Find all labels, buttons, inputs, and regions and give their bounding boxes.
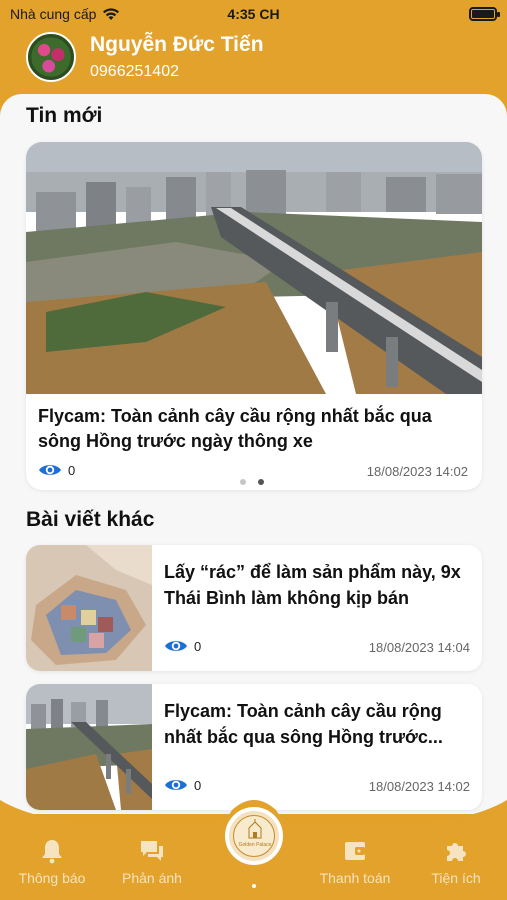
chat-icon [141, 841, 163, 861]
carousel-dot[interactable] [240, 479, 246, 485]
tab-notifications[interactable]: Thông báo [2, 838, 102, 886]
puzzle-icon [447, 843, 466, 861]
tab-feedback[interactable]: Phản ánh [102, 838, 202, 886]
tab-label: Phản ánh [122, 870, 182, 886]
wallet-icon [345, 842, 365, 860]
featured-news-title[interactable]: Flycam: Toàn cảnh cây cầu rộng nhất bắc … [38, 404, 474, 454]
section-title-other: Bài viết khác [26, 508, 155, 531]
eye-icon [165, 780, 187, 790]
eye-icon [39, 465, 61, 475]
carousel-dot-active[interactable] [258, 479, 264, 485]
user-name[interactable]: Nguyễn Đức Tiến [90, 33, 264, 57]
section-title-latest: Tin mới [26, 104, 103, 127]
main-content: Tin mới Flycam: Toàn cảnh cây cầu rộng n… [0, 94, 507, 814]
header: Nhà cung cấp 4:35 CH Nguyễn Đức Tiến 096… [0, 0, 507, 100]
eye-icon [165, 641, 187, 651]
logo-text: Golden Palace [238, 842, 272, 848]
article-card[interactable]: Flycam: Toàn cảnh cây cầu rộng nhất bắc … [26, 684, 482, 810]
article-title[interactable]: Flycam: Toàn cảnh cây cầu rộng nhất bắc … [164, 698, 472, 750]
featured-date: 18/08/2023 14:02 [366, 464, 468, 479]
article-image [26, 545, 152, 671]
article-view-count: 0 [194, 639, 202, 654]
tab-label: Thanh toán [319, 870, 391, 886]
user-phone: 0966251402 [90, 63, 179, 80]
tab-payment[interactable]: Thanh toán [305, 838, 405, 886]
home-indicator [252, 884, 256, 888]
featured-news-card[interactable]: Flycam: Toàn cảnh cây cầu rộng nhất bắc … [26, 142, 482, 490]
status-time: 4:35 CH [227, 6, 280, 22]
tab-label: Tiện ích [431, 870, 481, 886]
avatar[interactable] [26, 32, 76, 82]
tab-label: Thông báo [18, 870, 86, 886]
home-logo-icon: Golden Palace [233, 815, 275, 857]
battery-icon [469, 7, 500, 21]
article-date: 18/08/2023 14:04 [368, 640, 470, 655]
article-title[interactable]: Lấy “rác” để làm sản phẩm này, 9x Thái B… [164, 559, 472, 611]
featured-view-count: 0 [68, 463, 76, 478]
bell-icon [42, 840, 62, 864]
article-view-count: 0 [194, 778, 202, 793]
palace-icon [248, 819, 262, 839]
carousel-indicator[interactable] [240, 479, 264, 485]
home-logo-button[interactable]: Golden Palace [222, 804, 286, 868]
featured-news-image [26, 142, 482, 394]
status-bar: Nhà cung cấp 4:35 CH [0, 0, 507, 28]
article-image [26, 684, 152, 810]
tab-utilities[interactable]: Tiện ích [406, 838, 506, 886]
article-date: 18/08/2023 14:02 [368, 779, 470, 794]
article-card[interactable]: Lấy “rác” để làm sản phẩm này, 9x Thái B… [26, 545, 482, 671]
